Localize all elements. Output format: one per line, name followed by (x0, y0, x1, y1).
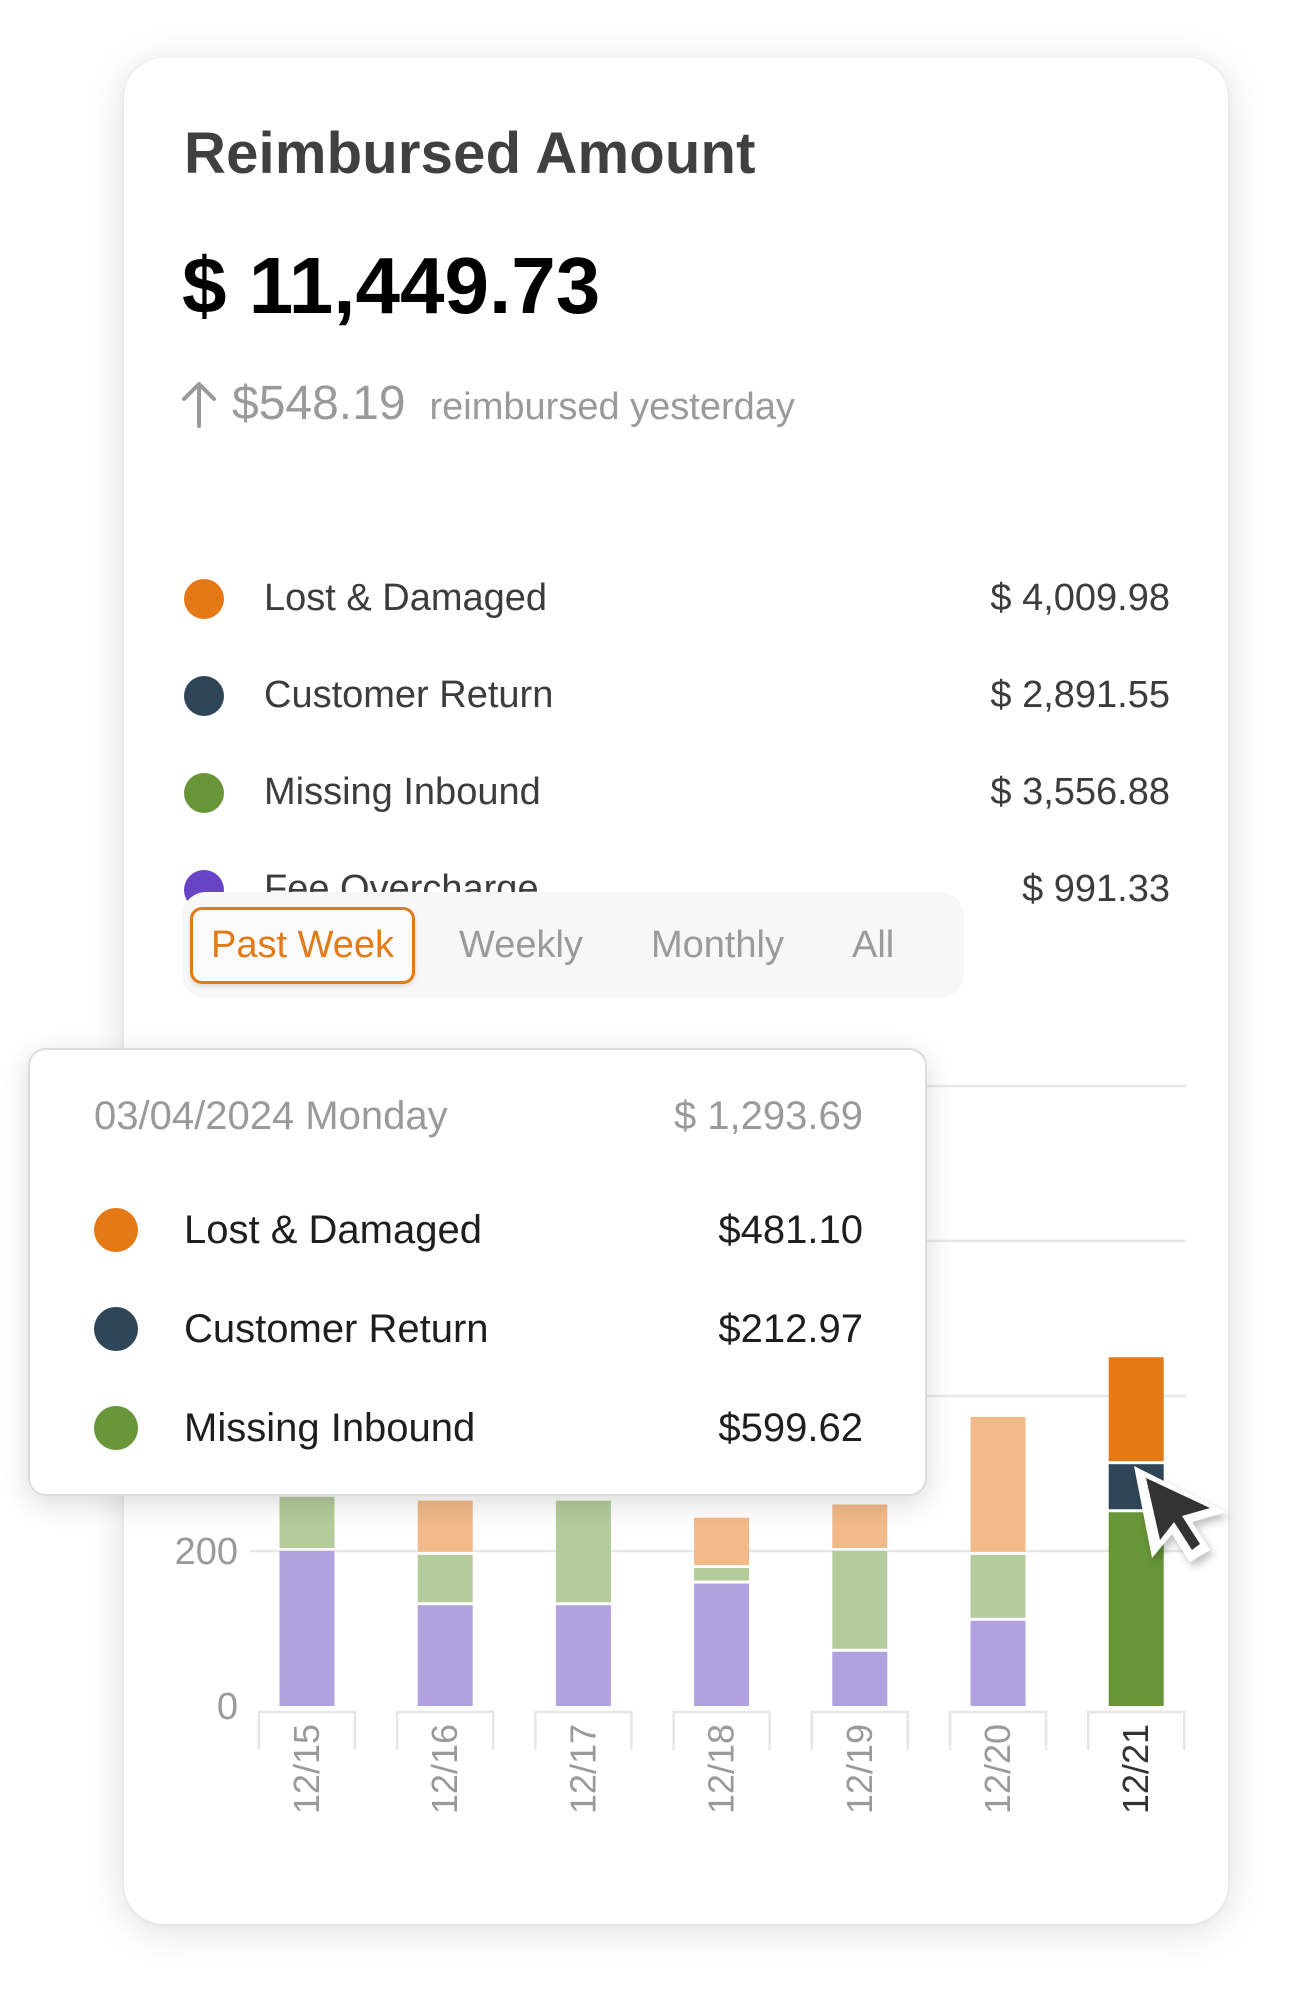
bar-segment-lost-damaged (970, 1416, 1026, 1552)
bar-segment-fee-overcharge (279, 1551, 335, 1706)
x-tick-label: 12/21 (1115, 1724, 1156, 1814)
x-tick-label: 12/19 (839, 1724, 880, 1814)
bar-segment-missing-inbound (970, 1554, 1026, 1618)
tooltip-row-missing-inbound: Missing Inbound $599.62 (94, 1398, 863, 1458)
tooltip-dot (94, 1208, 138, 1252)
bar-segment-fee-overcharge (694, 1583, 750, 1706)
tooltip-total: $ 1,293.69 (673, 1094, 863, 1138)
bar-segment-fee-overcharge (555, 1605, 611, 1706)
x-tick-label: 12/17 (562, 1724, 603, 1814)
y-tick-label: 200 (175, 1531, 238, 1573)
stacked-bar-chart: 0 200 12/15 12/16 12/17 12/18 12/19 12/20 12/21 (175, 1084, 1186, 1814)
bar-segment-missing-inbound (832, 1551, 888, 1649)
tooltip-value: $212.97 (718, 1306, 863, 1351)
tooltip-label: Customer Return (184, 1306, 489, 1351)
bar-segment-missing-inbound (417, 1554, 473, 1603)
x-tick-label: 12/16 (424, 1724, 465, 1814)
bar-segment-missing-inbound (279, 1496, 335, 1548)
chart-tooltip: 03/04/2024 Monday $ 1,293.69 Lost & Dama… (28, 1048, 927, 1496)
tooltip-row-customer-return: Customer Return $212.97 (94, 1299, 863, 1359)
bar-segment-lost-damaged (417, 1500, 473, 1552)
bar-segment-missing-inbound (555, 1500, 611, 1603)
tooltip-label: Missing Inbound (184, 1405, 476, 1450)
x-tick-label: 12/20 (977, 1724, 1018, 1814)
tooltip-dot (94, 1307, 138, 1351)
bar-segment-fee-overcharge (970, 1620, 1026, 1706)
bar-segment-lost-damaged (1108, 1357, 1164, 1462)
mouse-pointer-icon (1134, 1466, 1226, 1562)
tooltip-value: $599.62 (718, 1405, 863, 1450)
bar-segment-lost-damaged (694, 1517, 750, 1566)
tooltip-value: $481.10 (718, 1207, 863, 1252)
bar-segment-fee-overcharge (417, 1605, 473, 1706)
tooltip-header: 03/04/2024 Monday $ 1,293.69 (94, 1094, 863, 1139)
tooltip-date: 03/04/2024 Monday (94, 1094, 448, 1138)
tooltip-label: Lost & Damaged (184, 1207, 482, 1252)
bar-segment-fee-overcharge (832, 1651, 888, 1706)
x-tick-label: 12/18 (701, 1724, 742, 1814)
bar-segment-lost-damaged (832, 1504, 888, 1548)
tooltip-dot (94, 1406, 138, 1450)
tooltip-row-lost-damaged: Lost & Damaged $481.10 (94, 1200, 863, 1260)
y-tick-label: 0 (217, 1686, 238, 1728)
x-tick-label: 12/15 (286, 1724, 327, 1814)
bar-segment-missing-inbound (694, 1568, 750, 1581)
